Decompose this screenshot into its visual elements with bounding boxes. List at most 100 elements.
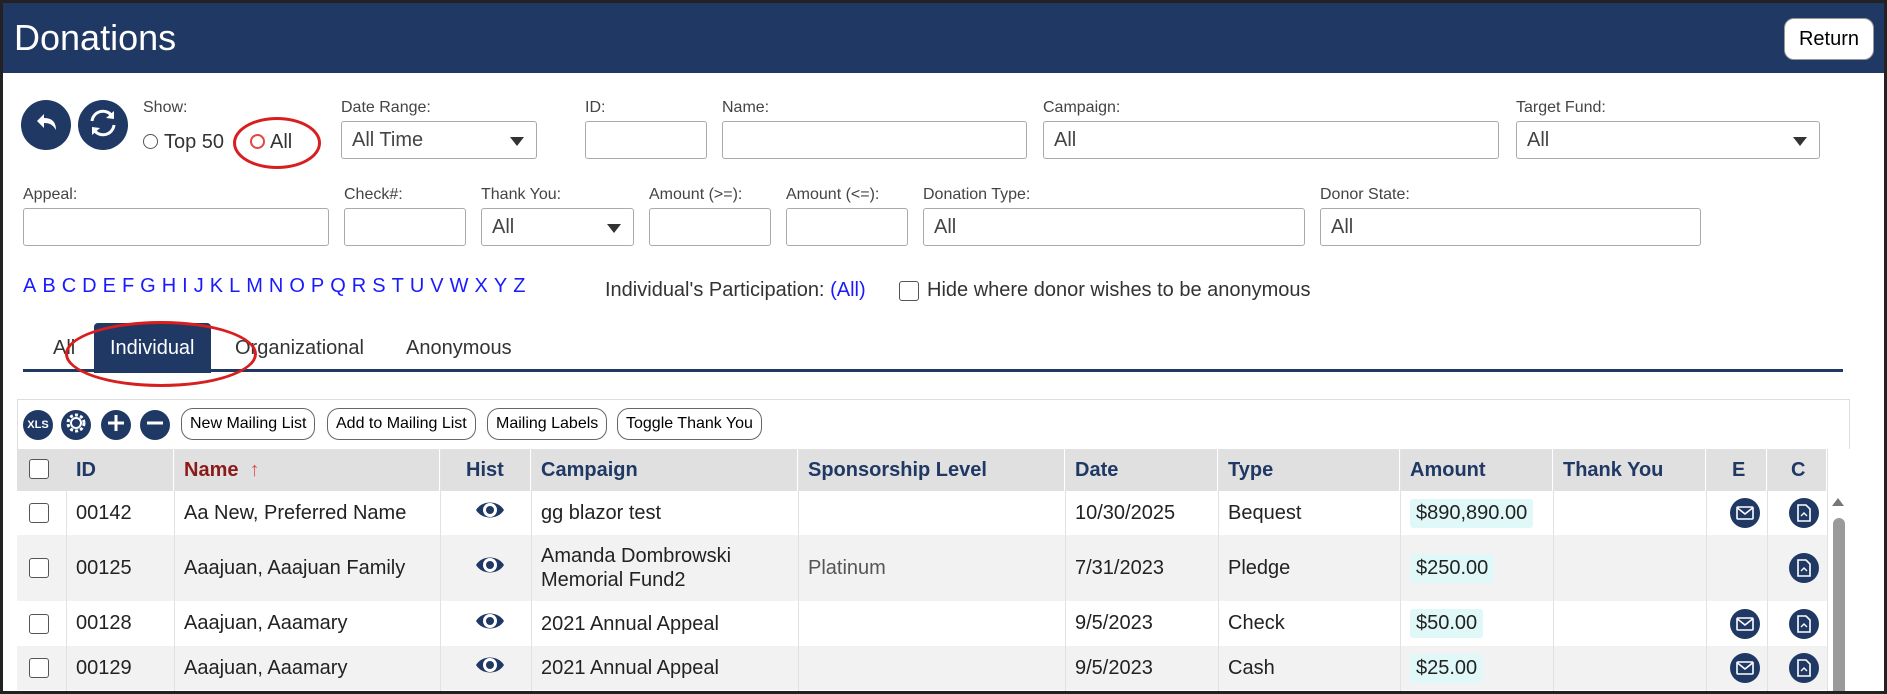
letter-filter-d[interactable]: D	[82, 275, 96, 298]
cell-id: 00142	[76, 501, 132, 524]
column-header-hist[interactable]: Hist	[440, 449, 531, 491]
column-header-id[interactable]: ID	[66, 449, 174, 491]
letter-filter-e[interactable]: E	[103, 275, 116, 298]
letter-filter-s[interactable]: S	[372, 275, 385, 298]
mailing-labels-button[interactable]: Mailing Labels	[487, 408, 608, 440]
letter-filter-f[interactable]: F	[122, 275, 134, 298]
campaign-label: Campaign:	[1043, 99, 1121, 116]
row-checkbox[interactable]	[29, 503, 49, 523]
campaign-line-1: Amanda Dombrowski	[541, 545, 732, 567]
column-header-type[interactable]: Type	[1218, 449, 1400, 491]
all-radio[interactable]	[250, 134, 265, 149]
export-xls-button[interactable]: XLS	[23, 410, 53, 440]
letter-filter-h[interactable]: H	[162, 275, 176, 298]
column-header-amount[interactable]: Amount	[1400, 449, 1553, 491]
letter-filter-g[interactable]: G	[140, 275, 156, 298]
cell-campaign: 2021 Annual Appeal	[531, 646, 798, 690]
contact-document-button[interactable]	[1779, 491, 1829, 535]
envelope-icon	[1730, 653, 1760, 683]
tab-anonymous[interactable]: Anonymous	[390, 323, 528, 373]
cell-amount: $890,890.00	[1400, 491, 1553, 535]
email-button[interactable]	[1720, 646, 1770, 690]
letter-filter-k[interactable]: K	[210, 275, 223, 298]
app-frame: Donations Return Show: Top 50 All Date R…	[0, 0, 1887, 694]
column-divider	[1553, 449, 1554, 691]
letter-filter-l[interactable]: L	[229, 275, 240, 298]
amount-lte-input[interactable]	[786, 208, 908, 246]
row-checkbox[interactable]	[29, 658, 49, 678]
tab-individual[interactable]: Individual	[94, 323, 211, 373]
scrollbar-thumb[interactable]	[1833, 518, 1845, 691]
email-button[interactable]	[1720, 601, 1770, 646]
scroll-up-arrow-icon[interactable]	[1832, 498, 1844, 506]
contact-document-button[interactable]	[1779, 535, 1829, 601]
toggle-thank-you-button[interactable]: Toggle Thank You	[617, 408, 762, 440]
letter-filter-n[interactable]: N	[269, 275, 283, 298]
column-header-name[interactable]: Name ↑	[174, 449, 440, 491]
donor-state-input[interactable]: All	[1320, 208, 1701, 246]
campaign-input[interactable]: All	[1043, 121, 1499, 159]
history-button[interactable]	[464, 601, 514, 646]
column-header-thank-you[interactable]: Thank You	[1553, 449, 1706, 491]
letter-filter-t[interactable]: T	[392, 275, 404, 298]
column-divider	[1400, 449, 1401, 691]
tab-organizational[interactable]: Organizational	[219, 323, 380, 373]
letter-filter-w[interactable]: W	[450, 275, 469, 298]
select-all-checkbox[interactable]	[29, 459, 49, 479]
target-fund-select[interactable]: All	[1516, 121, 1820, 159]
letter-filter-a[interactable]: A	[23, 275, 36, 298]
return-button[interactable]: Return	[1784, 18, 1874, 60]
letter-filter-y[interactable]: Y	[494, 275, 507, 298]
letter-filter-b[interactable]: B	[42, 275, 55, 298]
contact-document-button[interactable]	[1779, 601, 1829, 646]
check-input[interactable]	[344, 208, 466, 246]
thank-you-select[interactable]: All	[481, 208, 634, 246]
top50-radio[interactable]	[143, 134, 158, 149]
participation-link[interactable]: (All)	[830, 279, 866, 301]
column-header-contact[interactable]: C	[1767, 449, 1827, 491]
letter-filter-m[interactable]: M	[246, 275, 263, 298]
cell-name[interactable]: Aaajuan, Aaamary	[174, 646, 440, 690]
hide-anonymous-checkbox[interactable]	[899, 281, 919, 301]
add-to-mailing-list-button[interactable]: Add to Mailing List	[327, 408, 476, 440]
date-range-select[interactable]: All Time	[341, 121, 537, 159]
refresh-button[interactable]	[78, 100, 128, 150]
letter-filter-u[interactable]: U	[410, 275, 424, 298]
new-mailing-list-button[interactable]: New Mailing List	[181, 408, 316, 440]
column-header-sponsorship[interactable]: Sponsorship Level	[798, 449, 1065, 491]
contact-document-button[interactable]	[1779, 646, 1829, 690]
sort-ascending-icon: ↑	[249, 459, 260, 481]
cell-name[interactable]: Aaajuan, Aaamary	[174, 601, 440, 646]
letter-filter-c[interactable]: C	[62, 275, 76, 298]
email-button[interactable]	[1720, 491, 1770, 535]
letter-filter-p[interactable]: P	[311, 275, 324, 298]
remove-button[interactable]	[140, 410, 170, 440]
back-button[interactable]	[21, 100, 71, 150]
letter-filter-x[interactable]: X	[475, 275, 488, 298]
history-button[interactable]	[464, 646, 514, 690]
add-button[interactable]	[101, 410, 131, 440]
history-button[interactable]	[464, 491, 514, 535]
amount-gte-input[interactable]	[649, 208, 771, 246]
id-input[interactable]	[585, 121, 707, 159]
row-checkbox[interactable]	[29, 614, 49, 634]
column-header-campaign[interactable]: Campaign	[531, 449, 798, 491]
column-header-date[interactable]: Date	[1065, 449, 1218, 491]
row-checkbox[interactable]	[29, 558, 49, 578]
letter-filter-z[interactable]: Z	[513, 275, 525, 298]
letter-filter-j[interactable]: J	[194, 275, 204, 298]
donation-type-input[interactable]: All	[923, 208, 1305, 246]
name-input[interactable]	[722, 121, 1027, 159]
cell-name[interactable]: Aa New, Preferred Name	[174, 491, 440, 535]
letter-filter-v[interactable]: V	[430, 275, 443, 298]
settings-button[interactable]	[61, 410, 91, 440]
column-header-email[interactable]: E	[1706, 449, 1767, 491]
history-button[interactable]	[464, 535, 514, 601]
cell-name[interactable]: Aaajuan, Aaajuan Family	[174, 535, 440, 601]
appeal-input[interactable]	[23, 208, 329, 246]
letter-filter-r[interactable]: R	[352, 275, 366, 298]
letter-filter-i[interactable]: I	[182, 275, 188, 298]
tab-all[interactable]: All	[37, 323, 91, 373]
letter-filter-o[interactable]: O	[289, 275, 305, 298]
letter-filter-q[interactable]: Q	[330, 275, 346, 298]
